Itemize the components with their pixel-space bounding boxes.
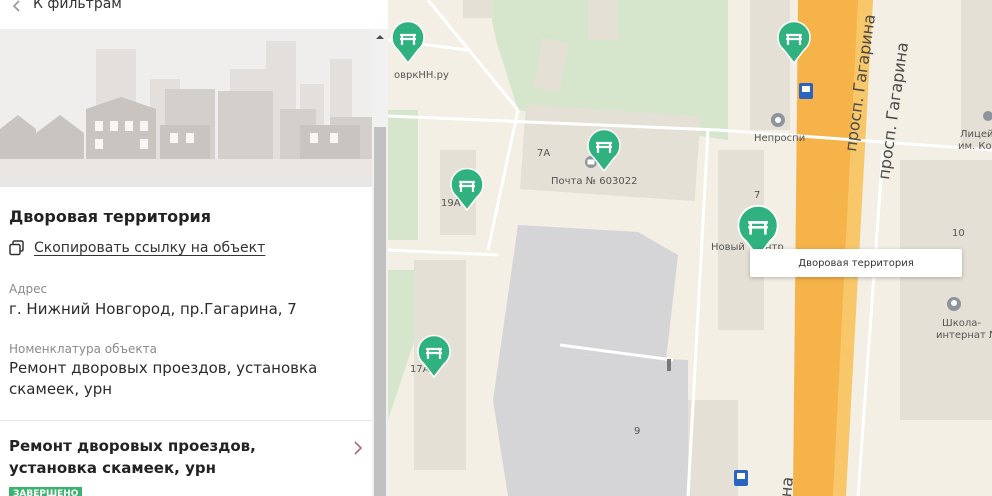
nomenclature-value: Ремонт дворовых проездов, установка скам… [9,359,318,398]
bus-stop-icon[interactable] [798,82,814,100]
back-label: К фильтрам [33,0,122,12]
map-pin-bench-1[interactable] [390,20,426,64]
licei-icon [983,111,992,121]
street-label-gagarina-3: на [776,475,798,496]
map-label-neprosi: Непроспи [754,133,806,144]
map-tooltip: Дворовая территория [750,249,962,277]
address-value: г. Нижний Новгород, пр.Гагарина, 7 [9,300,297,318]
map-label-building-7a: 7А [537,148,551,159]
map-label-vovrik: овркНН.ру [394,70,449,81]
map-label-licei: Лицей [960,129,992,140]
place-icon-neprosi [771,113,785,127]
map-label-building-7: 7 [754,190,761,201]
back-to-filters-button[interactable]: К фильтрам [0,0,372,20]
hero-illustration [0,29,372,187]
status-badge: ЗАВЕРШЕНО [9,487,83,496]
chevron-right-icon [354,441,363,455]
copy-icon [9,240,24,256]
map-label-school-2: интернат № 65 [936,330,992,341]
map-label-licei-2: им. Кор [958,141,992,152]
address-label: Адрес [9,282,48,296]
copy-link-label: Скопировать ссылку на объект [34,240,266,256]
panel-scrollbar[interactable] [372,29,388,496]
scroll-up-arrow-icon[interactable] [372,29,388,45]
map-label-school: Школа- [942,318,981,329]
map-pin-bench-3[interactable] [449,167,485,211]
scroll-thumb[interactable] [374,127,386,496]
school-icon [947,297,961,311]
map-pin-bench-4[interactable] [776,20,812,64]
copy-link-button[interactable]: Скопировать ссылку на объект [9,238,265,258]
bus-stop-icon-2[interactable] [733,469,749,487]
object-panel: К фильтрам Дворовая территория Скопирова… [0,0,388,496]
map-label-pochta: Почта № 603022 [551,176,638,187]
pedestrian-icon [667,359,671,371]
map-view[interactable]: овркНН.ру 7А Почта № 603022 19А Непроспи… [388,0,992,496]
object-title: Дворовая территория [9,207,212,226]
chevron-left-icon [12,0,20,12]
map-pin-bench-2[interactable] [586,128,622,172]
work-list-item[interactable]: Ремонт дворовых проездов, установка скам… [0,421,372,496]
map-label-building-9: 9 [634,426,641,437]
nomenclature-label: Номенклатура объекта [9,342,157,356]
map-pin-bench-5[interactable] [416,334,452,378]
work-title: Ремонт дворовых проездов, установка скам… [9,437,256,477]
map-label-building-10: 10 [952,228,965,239]
